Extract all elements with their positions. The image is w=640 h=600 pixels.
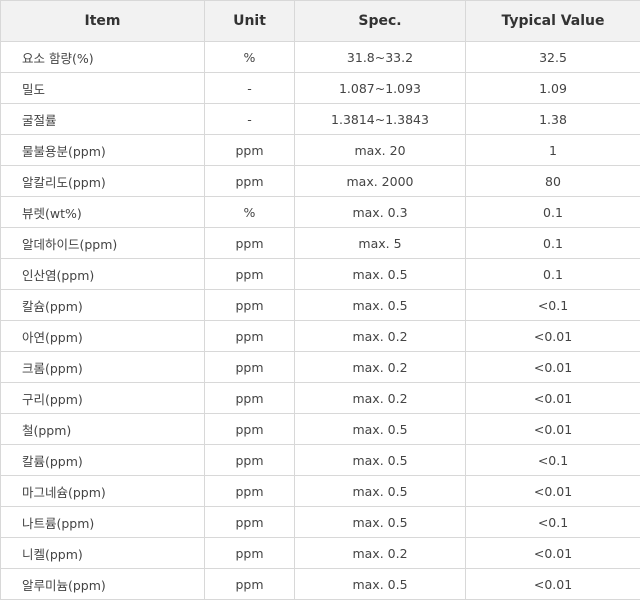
table-row: 철(ppm)ppmmax. 0.5<0.01 <box>1 414 640 445</box>
item-cell: 인산염(ppm) <box>1 259 205 290</box>
unit-cell: ppm <box>205 414 295 445</box>
table-row: 아연(ppm)ppmmax. 0.2<0.01 <box>1 321 640 352</box>
table-row: 굴절률-1.3814~1.38431.38 <box>1 104 640 135</box>
table-row: 물불용분(ppm)ppmmax. 201 <box>1 135 640 166</box>
item-cell: 물불용분(ppm) <box>1 135 205 166</box>
specification-table: Item Unit Spec. Typical Value 요소 함량(%)%3… <box>0 0 640 600</box>
unit-cell: % <box>205 42 295 73</box>
table-row: 요소 함량(%)%31.8~33.232.5 <box>1 42 640 73</box>
item-cell: 나트륨(ppm) <box>1 507 205 538</box>
typical-value-cell: 1.38 <box>466 104 640 135</box>
table-row: 뷰렛(wt%)%max. 0.30.1 <box>1 197 640 228</box>
typical-value-cell: <0.01 <box>466 352 640 383</box>
table-row: 구리(ppm)ppmmax. 0.2<0.01 <box>1 383 640 414</box>
spec-cell: max. 0.5 <box>295 569 466 600</box>
item-cell: 알루미늄(ppm) <box>1 569 205 600</box>
unit-cell: ppm <box>205 228 295 259</box>
item-cell: 마그네슘(ppm) <box>1 476 205 507</box>
unit-cell: ppm <box>205 538 295 569</box>
typical-value-cell: 1.09 <box>466 73 640 104</box>
typical-value-cell: 0.1 <box>466 228 640 259</box>
item-cell: 요소 함량(%) <box>1 42 205 73</box>
item-cell: 굴절률 <box>1 104 205 135</box>
spec-cell: max. 0.5 <box>295 476 466 507</box>
table-row: 인산염(ppm)ppmmax. 0.50.1 <box>1 259 640 290</box>
spec-cell: 1.3814~1.3843 <box>295 104 466 135</box>
spec-cell: max. 0.5 <box>295 290 466 321</box>
item-cell: 아연(ppm) <box>1 321 205 352</box>
unit-cell: ppm <box>205 445 295 476</box>
unit-cell: ppm <box>205 507 295 538</box>
spec-cell: max. 5 <box>295 228 466 259</box>
table-header: Item Unit Spec. Typical Value <box>1 1 640 42</box>
typical-value-cell: 1 <box>466 135 640 166</box>
typical-value-cell: <0.01 <box>466 383 640 414</box>
spec-cell: max. 20 <box>295 135 466 166</box>
spec-cell: max. 0.2 <box>295 321 466 352</box>
typical-value-cell: <0.1 <box>466 290 640 321</box>
item-cell: 알데하이드(ppm) <box>1 228 205 259</box>
typical-value-cell: <0.1 <box>466 445 640 476</box>
table-body: 요소 함량(%)%31.8~33.232.5밀도-1.087~1.0931.09… <box>1 42 640 600</box>
item-cell: 밀도 <box>1 73 205 104</box>
table-row: 알칼리도(ppm)ppmmax. 200080 <box>1 166 640 197</box>
spec-cell: max. 0.5 <box>295 445 466 476</box>
typical-value-cell: 32.5 <box>466 42 640 73</box>
item-cell: 칼슘(ppm) <box>1 290 205 321</box>
table-row: 밀도-1.087~1.0931.09 <box>1 73 640 104</box>
unit-cell: ppm <box>205 166 295 197</box>
spec-cell: max. 2000 <box>295 166 466 197</box>
typical-value-cell: <0.01 <box>466 538 640 569</box>
table-row: 알루미늄(ppm)ppmmax. 0.5<0.01 <box>1 569 640 600</box>
table-row: 칼슘(ppm)ppmmax. 0.5<0.1 <box>1 290 640 321</box>
table-row: 칼륨(ppm)ppmmax. 0.5<0.1 <box>1 445 640 476</box>
table-row: 크롬(ppm)ppmmax. 0.2<0.01 <box>1 352 640 383</box>
spec-cell: max. 0.2 <box>295 383 466 414</box>
header-typical-value: Typical Value <box>466 1 640 42</box>
spec-cell: max. 0.2 <box>295 538 466 569</box>
table-row: 마그네슘(ppm)ppmmax. 0.5<0.01 <box>1 476 640 507</box>
unit-cell: ppm <box>205 569 295 600</box>
item-cell: 칼륨(ppm) <box>1 445 205 476</box>
typical-value-cell: <0.01 <box>466 321 640 352</box>
item-cell: 구리(ppm) <box>1 383 205 414</box>
typical-value-cell: <0.01 <box>466 476 640 507</box>
typical-value-cell: <0.1 <box>466 507 640 538</box>
unit-cell: ppm <box>205 383 295 414</box>
item-cell: 철(ppm) <box>1 414 205 445</box>
unit-cell: % <box>205 197 295 228</box>
typical-value-cell: 0.1 <box>466 197 640 228</box>
header-unit: Unit <box>205 1 295 42</box>
unit-cell: ppm <box>205 352 295 383</box>
typical-value-cell: 80 <box>466 166 640 197</box>
item-cell: 뷰렛(wt%) <box>1 197 205 228</box>
typical-value-cell: <0.01 <box>466 414 640 445</box>
unit-cell: ppm <box>205 135 295 166</box>
header-spec: Spec. <box>295 1 466 42</box>
spec-cell: max. 0.5 <box>295 414 466 445</box>
item-cell: 니켈(ppm) <box>1 538 205 569</box>
spec-cell: max. 0.5 <box>295 259 466 290</box>
table-row: 알데하이드(ppm)ppmmax. 50.1 <box>1 228 640 259</box>
header-item: Item <box>1 1 205 42</box>
spec-cell: max. 0.5 <box>295 507 466 538</box>
typical-value-cell: <0.01 <box>466 569 640 600</box>
spec-cell: max. 0.2 <box>295 352 466 383</box>
unit-cell: ppm <box>205 476 295 507</box>
item-cell: 크롬(ppm) <box>1 352 205 383</box>
spec-cell: 31.8~33.2 <box>295 42 466 73</box>
typical-value-cell: 0.1 <box>466 259 640 290</box>
spec-cell: 1.087~1.093 <box>295 73 466 104</box>
spec-cell: max. 0.3 <box>295 197 466 228</box>
header-row: Item Unit Spec. Typical Value <box>1 1 640 42</box>
unit-cell: - <box>205 73 295 104</box>
table-row: 니켈(ppm)ppmmax. 0.2<0.01 <box>1 538 640 569</box>
table-row: 나트륨(ppm)ppmmax. 0.5<0.1 <box>1 507 640 538</box>
unit-cell: ppm <box>205 290 295 321</box>
unit-cell: ppm <box>205 259 295 290</box>
unit-cell: - <box>205 104 295 135</box>
unit-cell: ppm <box>205 321 295 352</box>
item-cell: 알칼리도(ppm) <box>1 166 205 197</box>
